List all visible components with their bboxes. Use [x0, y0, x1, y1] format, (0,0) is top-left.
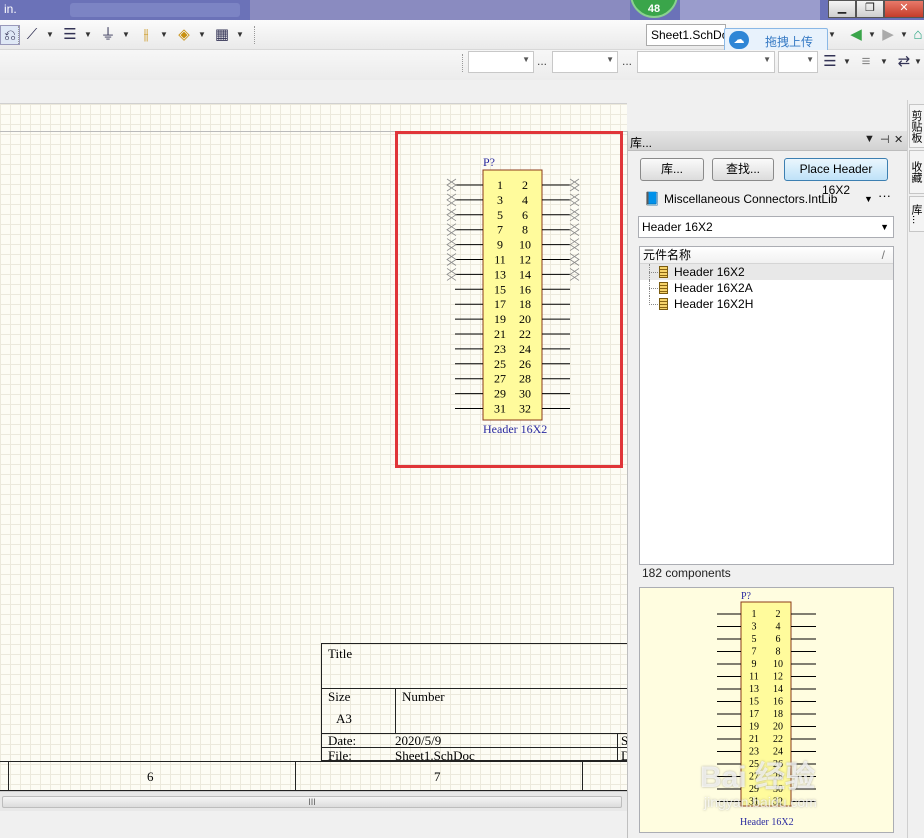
pin-number-left: 21 [749, 734, 759, 745]
status-strip [0, 811, 627, 838]
chevron-down-icon: ▼ [763, 55, 771, 64]
pin-number-left: 7 [752, 647, 757, 658]
pin-number-left: 9 [752, 659, 757, 670]
chevron-down-icon[interactable]: ▼ [843, 54, 851, 70]
library-panel: 库... ▼ ⊣ ✕ 库... 查找... Place Header 16X2 … [627, 131, 908, 838]
component-icon [659, 266, 668, 278]
search-button[interactable]: 查找... [712, 158, 774, 181]
size-label: Size [328, 689, 351, 704]
list-item-label: Header 16X2A [674, 281, 753, 295]
horizontal-scrollbar[interactable]: III [0, 791, 627, 811]
column-header-label: 元件名称 [643, 248, 692, 262]
chevron-down-icon: ▼ [864, 194, 873, 204]
restore-button[interactable]: ❐ [856, 0, 884, 18]
highlight-box [395, 131, 623, 468]
swap-icon[interactable]: ⇄ [894, 52, 914, 72]
pin-number-right: 6 [776, 634, 781, 645]
dock-tab-libraries[interactable]: 库... [909, 196, 924, 232]
list-item-label: Header 16X2 [674, 265, 745, 279]
pin-number-left: 5 [752, 634, 757, 645]
date-value: 2020/5/9 [395, 733, 442, 748]
list-item[interactable]: Header 16X2A [640, 280, 893, 296]
list-item[interactable]: Header 16X2 [640, 264, 893, 280]
chevron-down-icon[interactable]: ▼ [914, 54, 922, 70]
chevron-down-icon[interactable]: ▼ [900, 27, 908, 43]
home-icon[interactable]: ⌂ [908, 25, 924, 45]
number-label: Number [402, 689, 445, 704]
dock-tab-clipboard[interactable]: 剪贴板 [909, 104, 924, 148]
pin-number-left: 17 [749, 709, 759, 720]
pin-number-right: 18 [773, 709, 783, 720]
pin-number-left: 13 [749, 684, 759, 695]
title-area-blurred-right [680, 0, 820, 20]
component-list[interactable]: 元件名称 / Header 16X2 Header 16X2A Header 1… [639, 246, 894, 565]
back-icon[interactable]: ◀ [846, 25, 866, 45]
forward-icon[interactable]: ▶ [878, 25, 898, 45]
component-icon [659, 298, 668, 310]
chevron-down-icon: ▼ [806, 55, 814, 64]
pin-number-right: 8 [776, 647, 781, 658]
pin-number-right: 10 [773, 659, 783, 670]
preview-comment: Header 16X2 [740, 817, 794, 828]
pin-number-left: 15 [749, 697, 759, 708]
libraries-button[interactable]: 库... [640, 158, 704, 181]
library-select-value: Miscellaneous Connectors.IntLib [664, 192, 838, 206]
filter-value: Header 16X2 [642, 220, 713, 234]
minimize-button[interactable]: ▁ [828, 0, 856, 18]
zone-label: 6 [147, 769, 154, 784]
upload-button[interactable]: ☁ 拖拽上传 [724, 28, 828, 52]
pin-number-left: 11 [749, 672, 759, 683]
close-button[interactable]: ✕ [884, 0, 924, 18]
align-icon[interactable]: ☰ [820, 52, 840, 72]
right-dock: 剪贴板 收藏 库... [907, 100, 924, 838]
dock-tab-favorites[interactable]: 收藏 [909, 150, 924, 194]
sheet-zone-row: 6 7 [0, 761, 627, 792]
pin-number-right: 14 [773, 684, 783, 695]
place-component-button[interactable]: Place Header 16X2 [784, 158, 888, 197]
library-panel-header: 库... ▼ ⊣ ✕ [628, 131, 908, 151]
preview-designator: P? [741, 591, 752, 602]
chevron-down-icon[interactable]: ▼ [868, 27, 876, 43]
title-label: Title [328, 646, 353, 661]
list-item[interactable]: Header 16X2H [640, 296, 893, 312]
combo-box-4[interactable]: ▼ [778, 51, 818, 73]
pin-number-right: 22 [773, 734, 783, 745]
pin-number-right: 2 [776, 609, 781, 620]
component-icon [659, 282, 668, 294]
combo-box-3[interactable]: ▼ [637, 51, 775, 73]
column-header-name[interactable]: 元件名称 / [640, 247, 893, 264]
chevron-down-icon[interactable]: ▼ [828, 27, 836, 43]
pin-number-left: 1 [752, 609, 757, 620]
pin-number-right: 20 [773, 722, 783, 733]
component-count: 182 components [642, 566, 731, 580]
sort-indicator: / [881, 248, 885, 262]
pin-number-left: 19 [749, 722, 759, 733]
panel-menu-icon[interactable]: ▼ [864, 133, 875, 145]
watermark: Bai 经验 [700, 761, 816, 794]
size-value: A3 [336, 711, 352, 726]
chevron-down-icon: ▼ [880, 222, 889, 232]
pin-icon[interactable]: ⊣ [880, 133, 890, 146]
chevron-down-icon[interactable]: ▼ [880, 54, 888, 70]
sheet-title-block: Title Size A3 Number Date: 2020/5/9 S Fi… [321, 643, 632, 763]
pin-number-right: 4 [776, 622, 781, 633]
distribute-icon[interactable]: ≡ [856, 52, 876, 72]
list-item-label: Header 16X2H [674, 297, 754, 311]
pin-number-left: 3 [752, 622, 757, 633]
document-tab[interactable]: Sheet1.SchDoc [646, 24, 726, 46]
more-options-icon[interactable]: ··· [878, 186, 891, 206]
library-book-icon: 📘 [644, 191, 661, 206]
library-select[interactable]: 📘 Miscellaneous Connectors.IntLib ▼ ··· [638, 186, 894, 209]
component-filter-select[interactable]: Header 16X2 ▼ [638, 216, 894, 238]
date-label: Date: [328, 733, 357, 748]
watermark-url: jingyan.baidu.com [704, 794, 817, 810]
pin-number-right: 16 [773, 697, 783, 708]
pin-number-right: 12 [773, 672, 783, 683]
zone-label: 7 [434, 769, 441, 784]
library-panel-title: 库... [630, 136, 653, 150]
cloud-icon: ☁ [729, 31, 749, 49]
upload-label: 拖拽上传 [765, 35, 814, 49]
scroll-thumb[interactable]: III [2, 796, 622, 808]
close-icon[interactable]: ✕ [894, 133, 903, 146]
